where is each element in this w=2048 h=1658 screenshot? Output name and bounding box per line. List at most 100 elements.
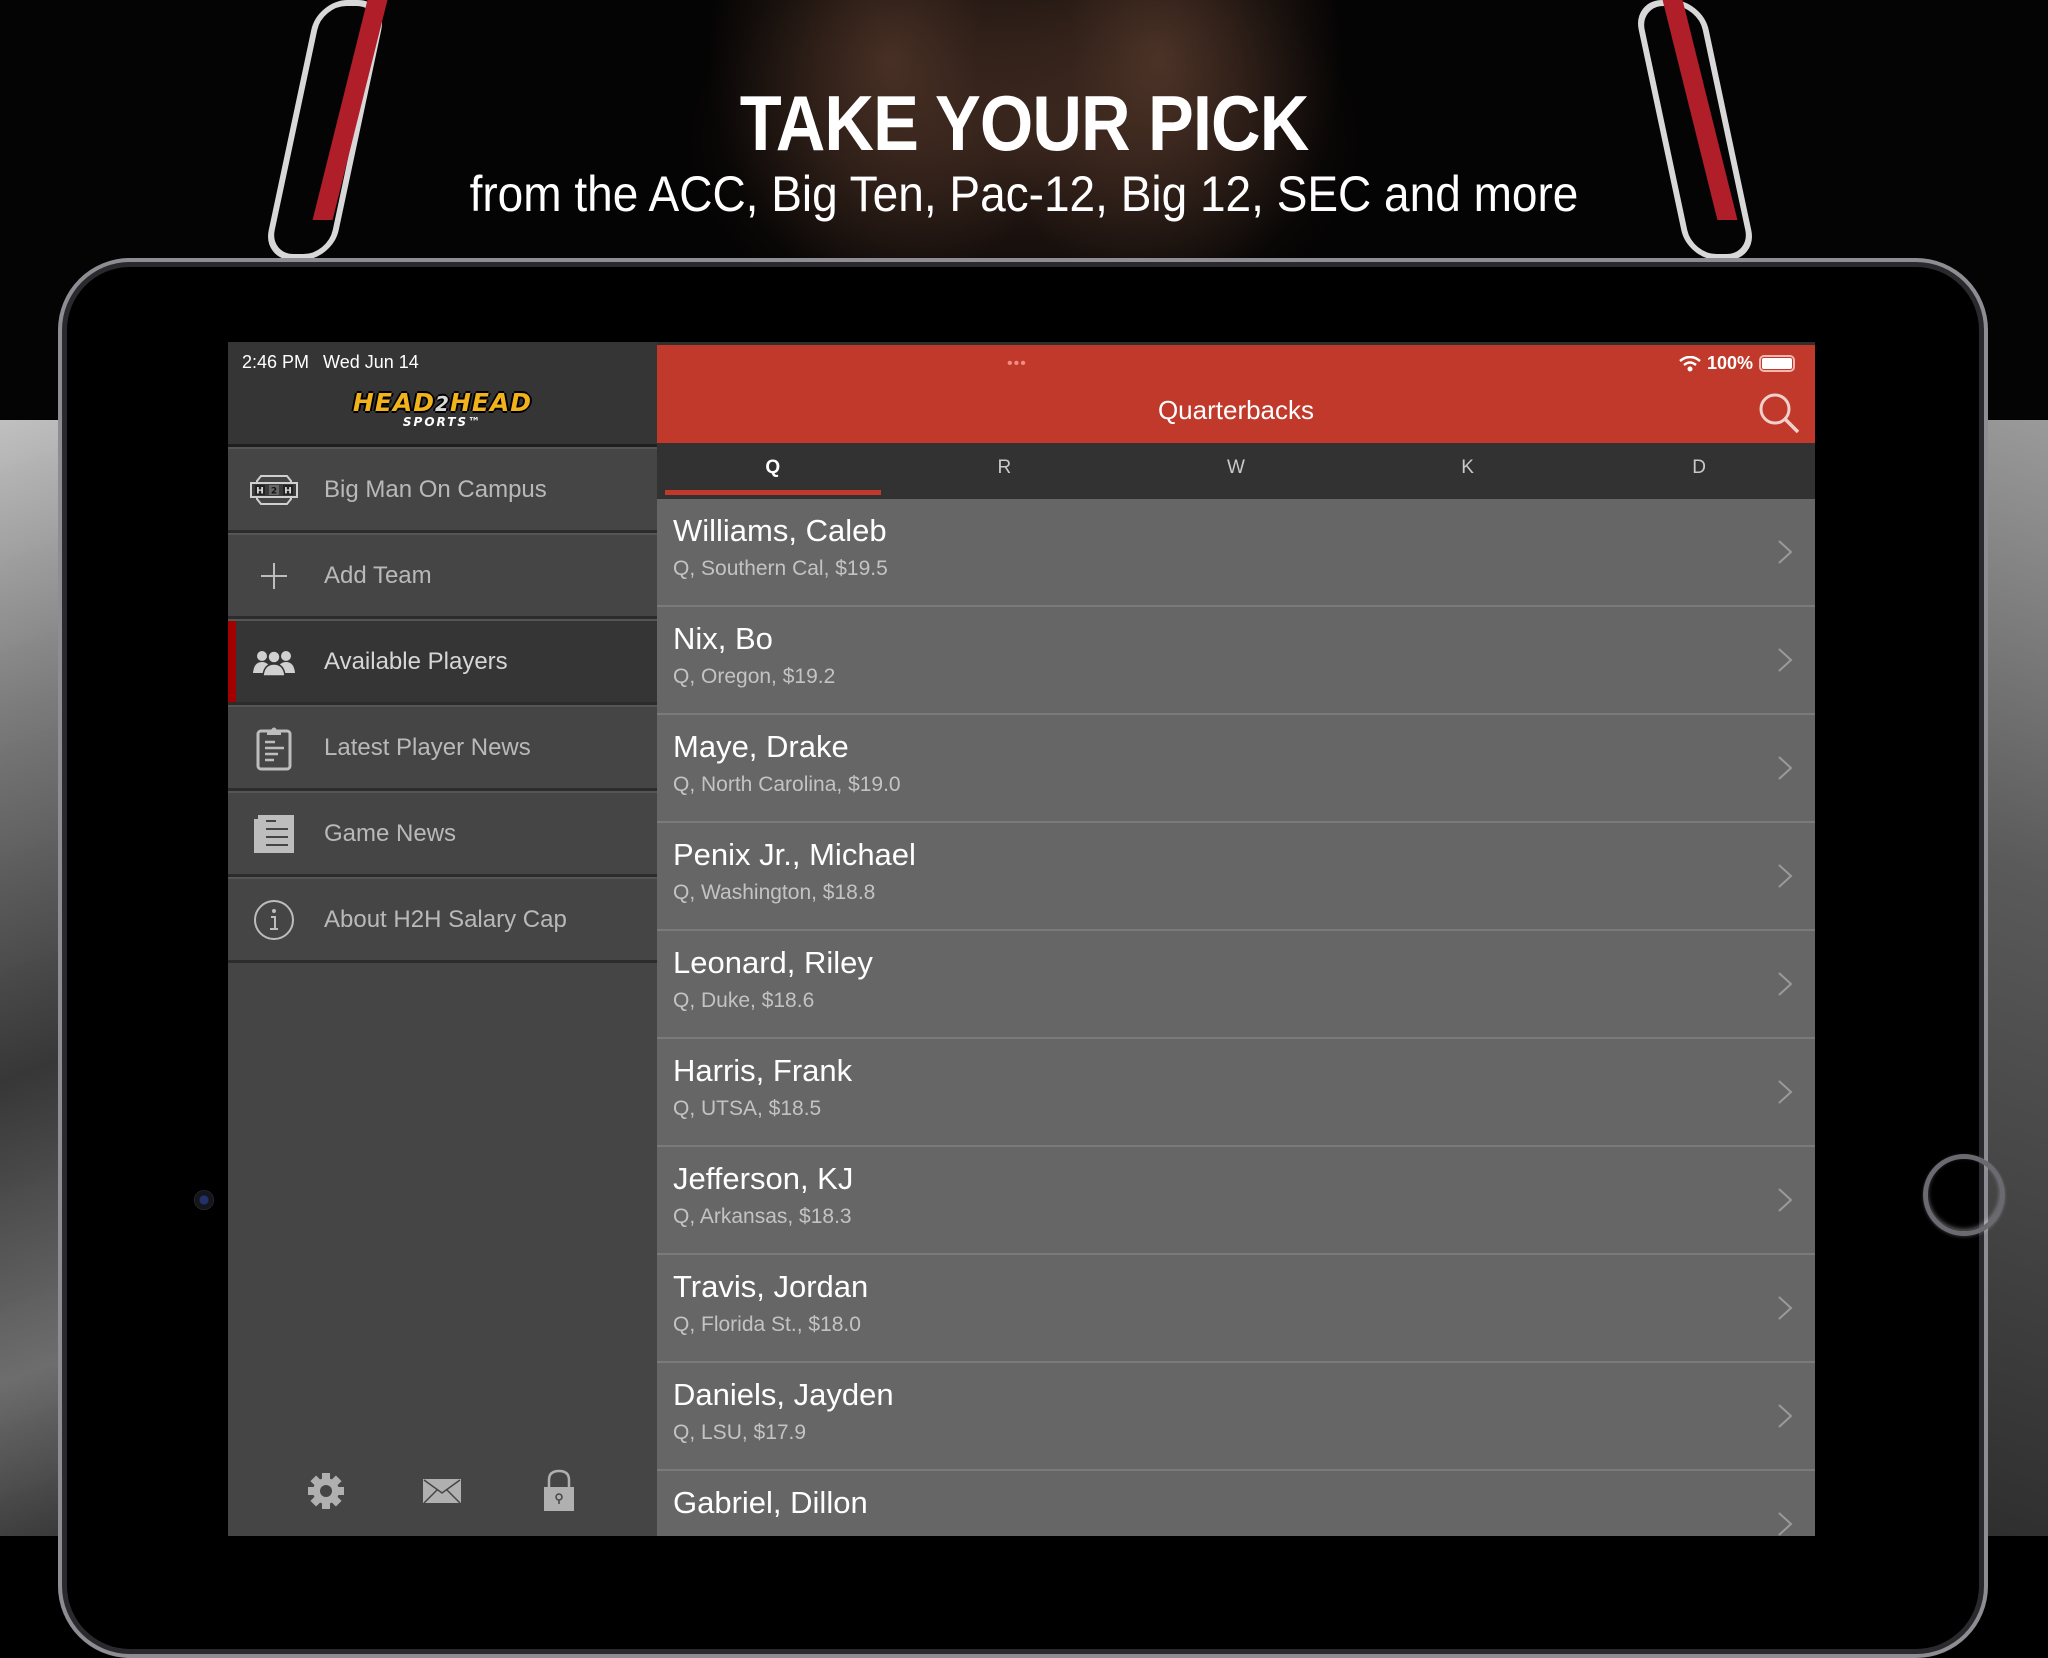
player-row[interactable]: Williams, Caleb Q, Southern Cal, $19.5: [657, 499, 1815, 607]
tab-q[interactable]: Q: [657, 443, 889, 499]
gear-icon: [308, 1473, 345, 1509]
tab-d[interactable]: D: [1583, 443, 1815, 499]
player-name: Jefferson, KJ: [673, 1161, 854, 1196]
player-name: Travis, Jordan: [673, 1269, 869, 1304]
battery-percent: 100%: [1706, 353, 1753, 373]
head2head-logo: HEAD2HEAD SPORTS™: [228, 388, 657, 429]
promo-subtitle: from the ACC, Big Ten, Pac-12, Big 12, S…: [469, 166, 1579, 222]
app-screen: 2:46 PM Wed Jun 14 HEAD2HEAD SPORTS™ H 2…: [228, 342, 1815, 1536]
player-row[interactable]: Jefferson, KJ Q, Arkansas, $18.3: [657, 1147, 1815, 1255]
tab-r[interactable]: R: [889, 443, 1121, 499]
sidebar-item-add-team[interactable]: Add Team: [228, 533, 657, 619]
chevron-right-icon: [1778, 972, 1793, 996]
svg-text:H: H: [284, 486, 292, 496]
sidebar-item-label: Available Players: [324, 647, 508, 675]
mail-button[interactable]: [418, 1467, 466, 1515]
front-camera: [194, 1190, 214, 1210]
player-detail: Q, Oregon, $19.2: [673, 665, 836, 688]
lock-button[interactable]: [535, 1467, 583, 1515]
plus-icon: [246, 551, 302, 601]
sidebar-item-big-man-on-campus[interactable]: H 2 H Big Man On Campus: [228, 447, 657, 533]
player-name: Maye, Drake: [673, 729, 849, 764]
player-name: Penix Jr., Michael: [673, 837, 916, 872]
chevron-right-icon: [1778, 864, 1793, 888]
tab-k[interactable]: K: [1352, 443, 1584, 499]
svg-text:2: 2: [271, 486, 277, 496]
player-detail: Q, Southern Cal, $19.5: [673, 557, 888, 580]
h2h-badge-icon: H 2 H: [246, 465, 302, 515]
player-list: Williams, Caleb Q, Southern Cal, $19.5 N…: [657, 499, 1815, 1536]
tab-w[interactable]: W: [1120, 443, 1352, 499]
player-row[interactable]: Leonard, Riley Q, Duke, $18.6: [657, 931, 1815, 1039]
clipboard-icon: [246, 723, 302, 773]
chevron-right-icon: [1778, 756, 1793, 780]
status-time: 2:46 PM: [242, 352, 310, 372]
sidebar-item-latest-player-news[interactable]: Latest Player News: [228, 705, 657, 791]
chevron-right-icon: [1778, 1188, 1793, 1212]
promo-banner: TAKE YOUR PICK from the ACC, Big Ten, Pa…: [0, 78, 2048, 224]
status-bar-right: 100%: [1679, 353, 1795, 374]
wifi-icon: [1679, 355, 1701, 371]
logo-wordmark: HEAD2HEAD: [353, 388, 532, 417]
chevron-right-icon: [1778, 648, 1793, 672]
page-title: Quarterbacks: [1157, 395, 1315, 425]
sidebar-footer: [228, 1446, 657, 1536]
player-name: Daniels, Jayden: [673, 1377, 894, 1412]
chevron-right-icon: [1778, 540, 1793, 564]
player-row[interactable]: Penix Jr., Michael Q, Washington, $18.8: [657, 823, 1815, 931]
player-detail: Q, UTSA, $18.5: [673, 1097, 822, 1120]
sidebar-item-game-news[interactable]: Game News: [228, 791, 657, 877]
players-group-icon: [246, 637, 302, 687]
sidebar-menu: H 2 H Big Man On Campus Add Team Availab…: [228, 447, 657, 963]
player-name: Leonard, Riley: [673, 945, 873, 980]
position-tabs: Q R W K D: [657, 443, 1815, 499]
player-row[interactable]: Harris, Frank Q, UTSA, $18.5: [657, 1039, 1815, 1147]
mail-icon: [423, 1479, 462, 1504]
player-detail: Q, North Carolina, $19.0: [673, 773, 901, 796]
search-icon: [1759, 393, 1800, 434]
player-detail: Q, Duke, $18.6: [673, 989, 815, 1012]
player-detail: Q, Florida St., $18.0: [673, 1313, 861, 1336]
player-detail: Q, LSU, $17.9: [673, 1421, 807, 1444]
multitasking-indicator[interactable]: •••: [1007, 355, 1027, 373]
sidebar-item-label: Game News: [324, 819, 457, 847]
sidebar-item-about[interactable]: About H2H Salary Cap: [228, 877, 657, 963]
svg-text:H: H: [256, 486, 264, 496]
sidebar-item-label: Add Team: [324, 561, 432, 589]
player-detail: Q, Arkansas, $18.3: [673, 1205, 852, 1228]
battery-icon: [1759, 355, 1795, 372]
player-row[interactable]: Gabriel, Dillon: [657, 1471, 1815, 1536]
settings-button[interactable]: [302, 1467, 350, 1515]
chevron-right-icon: [1778, 1080, 1793, 1104]
logo-part-head: HEAD: [352, 388, 436, 417]
search-button[interactable]: [1757, 391, 1801, 435]
player-name: Nix, Bo: [673, 621, 773, 656]
player-row[interactable]: Maye, Drake Q, North Carolina, $19.0: [657, 715, 1815, 823]
player-row[interactable]: Travis, Jordan Q, Florida St., $18.0: [657, 1255, 1815, 1363]
chevron-right-icon: [1778, 1512, 1793, 1536]
navigation-bar: ••• 100% Quarterbacks: [657, 345, 1815, 446]
chevron-right-icon: [1778, 1296, 1793, 1320]
player-row[interactable]: Daniels, Jayden Q, LSU, $17.9: [657, 1363, 1815, 1471]
status-date: Wed Jun 14: [323, 352, 419, 372]
sidebar-item-label: Latest Player News: [324, 733, 531, 761]
player-detail: Q, Washington, $18.8: [673, 881, 876, 904]
logo-sports: SPORTS™: [402, 415, 483, 429]
logo-part-head-2: HEAD: [449, 388, 533, 417]
sidebar-item-label: Big Man On Campus: [324, 475, 547, 503]
sidebar-item-available-players[interactable]: Available Players: [228, 619, 657, 705]
sidebar: 2:46 PM Wed Jun 14 HEAD2HEAD SPORTS™ H 2…: [228, 342, 657, 1536]
player-name: Gabriel, Dillon: [673, 1485, 868, 1520]
sidebar-header: 2:46 PM Wed Jun 14 HEAD2HEAD SPORTS™: [228, 342, 657, 447]
chevron-right-icon: [1778, 1404, 1793, 1428]
player-row[interactable]: Nix, Bo Q, Oregon, $19.2: [657, 607, 1815, 715]
sidebar-item-label: About H2H Salary Cap: [324, 905, 567, 933]
home-button[interactable]: [1923, 1154, 2005, 1236]
player-name: Harris, Frank: [673, 1053, 853, 1088]
lock-icon: [543, 1469, 574, 1511]
logo-part-two: 2: [435, 392, 450, 416]
info-icon: [246, 895, 302, 945]
player-name: Williams, Caleb: [673, 513, 887, 548]
main-panel: ••• 100% Quarterbacks Q R W K D Williams…: [657, 342, 1815, 1536]
status-bar-left: 2:46 PM Wed Jun 14: [242, 352, 419, 373]
